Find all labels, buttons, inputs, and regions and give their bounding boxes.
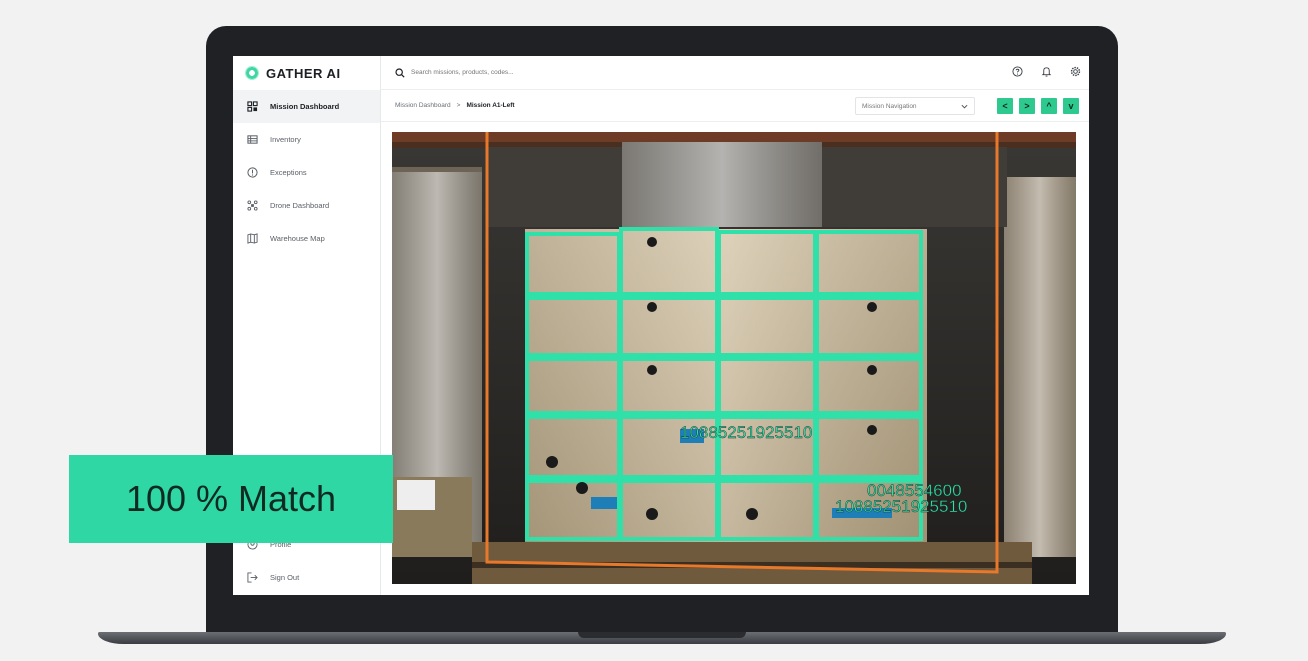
detection-label: 10885251925510 — [835, 497, 967, 516]
mission-image-viewer[interactable]: 10885251925510 0048554600 10885251925510 — [392, 132, 1076, 584]
drone-icon — [247, 200, 258, 211]
breadcrumb-bar: Mission Dashboard > Mission A1-Left Miss… — [381, 90, 1089, 122]
laptop-bezel — [206, 595, 1118, 632]
mission-navigation-label: Mission Navigation — [862, 102, 917, 110]
sidebar-item-sign-out[interactable]: Sign Out — [233, 561, 381, 594]
breadcrumb-current: Mission A1-Left — [466, 102, 515, 109]
list-icon — [247, 134, 258, 145]
warehouse-image: 10885251925510 0048554600 10885251925510 — [392, 132, 1076, 584]
sidebar-item-label: Drone Dashboard — [270, 201, 330, 210]
breadcrumb: Mission Dashboard > Mission A1-Left — [381, 102, 515, 109]
next-mission-button[interactable]: > — [1019, 98, 1035, 114]
match-badge: 100 % Match — [69, 455, 393, 543]
top-bar — [381, 56, 1089, 90]
up-button[interactable]: ^ — [1041, 98, 1057, 114]
sidebar-item-label: Inventory — [270, 135, 301, 144]
search-input[interactable] — [411, 69, 711, 76]
detection-label: 10885251925510 — [680, 423, 812, 442]
sign-out-icon — [247, 572, 258, 583]
search-icon — [395, 67, 405, 78]
breadcrumb-parent[interactable]: Mission Dashboard — [395, 102, 451, 109]
grid-icon — [247, 101, 258, 112]
alert-circle-icon — [247, 167, 258, 178]
sidebar-item-label: Sign Out — [270, 573, 300, 582]
mission-navigation-select[interactable]: Mission Navigation — [855, 97, 975, 115]
prev-mission-button[interactable]: < — [997, 98, 1013, 114]
sidebar-item-exceptions[interactable]: Exceptions — [233, 156, 380, 189]
sidebar-item-warehouse-map[interactable]: Warehouse Map — [233, 222, 380, 255]
help-icon[interactable] — [1012, 64, 1023, 82]
chevron-down-icon — [961, 104, 968, 109]
down-button[interactable]: v — [1063, 98, 1079, 114]
search-bar — [381, 67, 941, 78]
settings-icon[interactable] — [1070, 64, 1081, 82]
sidebar-item-label: Mission Dashboard — [270, 102, 340, 111]
sidebar-item-drone-dashboard[interactable]: Drone Dashboard — [233, 189, 380, 222]
logo[interactable]: GATHER AI — [233, 56, 380, 90]
breadcrumb-separator: > — [456, 102, 461, 109]
sidebar-item-label: Exceptions — [270, 168, 307, 177]
sidebar-item-mission-dashboard[interactable]: Mission Dashboard — [233, 90, 380, 123]
map-icon — [247, 233, 258, 244]
logo-mark-icon — [245, 66, 259, 80]
header-actions — [1012, 56, 1081, 90]
sidebar-item-inventory[interactable]: Inventory — [233, 123, 380, 156]
mission-nav-buttons: < > ^ v — [997, 98, 1079, 114]
laptop-notch — [578, 632, 746, 638]
bell-icon[interactable] — [1041, 64, 1052, 82]
sidebar-item-label: Warehouse Map — [270, 234, 325, 243]
logo-text: GATHER AI — [266, 65, 341, 81]
